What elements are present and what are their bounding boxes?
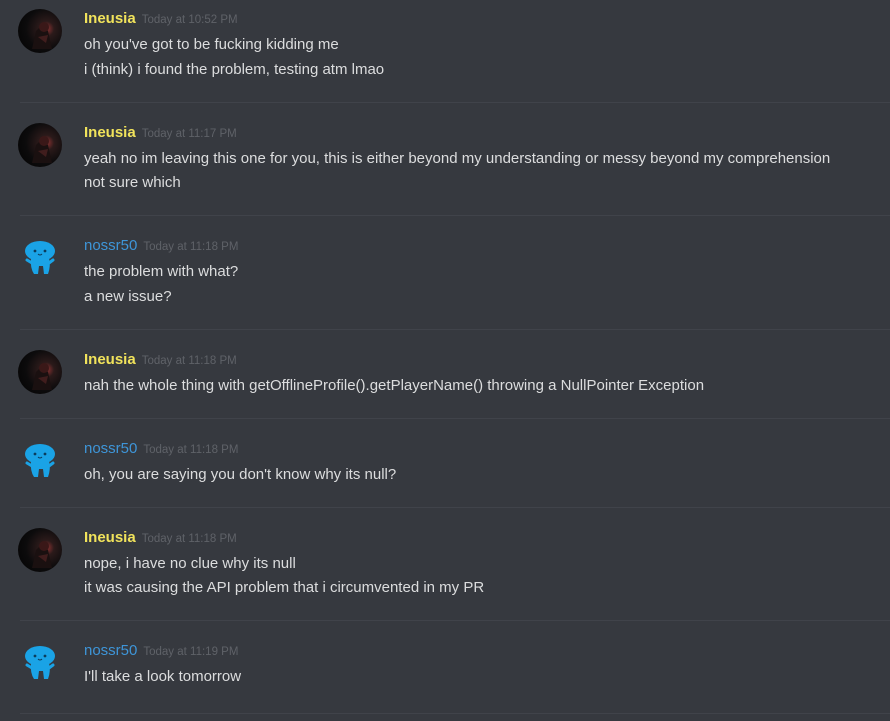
message-text: nah the whole thing with getOfflineProfi…: [84, 377, 705, 394]
message-header: nossr50 Today at 11:18 PM: [84, 440, 238, 462]
username[interactable]: nossr50: [84, 642, 137, 659]
timestamp[interactable]: Today at 11:18 PM: [142, 533, 237, 545]
ineusia-avatar-icon[interactable]: [18, 528, 62, 572]
username[interactable]: Ineusia: [84, 10, 136, 27]
timestamp[interactable]: Today at 11:18 PM: [143, 444, 238, 456]
username[interactable]: nossr50: [84, 440, 137, 457]
message-text: the problem with what?: [84, 263, 239, 280]
message-text: not sure which: [84, 174, 181, 191]
timestamp[interactable]: Today at 11:18 PM: [143, 241, 238, 253]
timestamp[interactable]: Today at 10:52 PM: [142, 14, 238, 26]
message-header: nossr50 Today at 11:18 PM: [84, 237, 238, 259]
message-header: Ineusia Today at 11:18 PM: [84, 351, 237, 373]
nossr50-avatar-icon[interactable]: [18, 236, 62, 280]
message-divider: [20, 418, 890, 419]
message-divider: [20, 102, 890, 103]
message-header: Ineusia Today at 10:52 PM: [84, 10, 238, 32]
username[interactable]: Ineusia: [84, 351, 136, 368]
message-text: yeah no im leaving this one for you, thi…: [84, 150, 831, 167]
message-divider: [20, 215, 890, 216]
message-text: oh, you are saying you don't know why it…: [84, 466, 397, 483]
nossr50-avatar-icon[interactable]: [18, 439, 62, 483]
username[interactable]: nossr50: [84, 237, 137, 254]
chat-message-list: Ineusia Today at 10:52 PM oh you've got …: [0, 0, 890, 721]
ineusia-avatar-icon[interactable]: [18, 9, 62, 53]
timestamp[interactable]: Today at 11:19 PM: [143, 646, 238, 658]
message-text: I'll take a look tomorrow: [84, 668, 242, 685]
ineusia-avatar-icon[interactable]: [18, 123, 62, 167]
message-text: a new issue?: [84, 288, 172, 305]
ineusia-avatar-icon[interactable]: [18, 350, 62, 394]
username[interactable]: Ineusia: [84, 529, 136, 546]
nossr50-avatar-icon[interactable]: [18, 641, 62, 685]
message-divider: [20, 507, 890, 508]
message-text: i (think) i found the problem, testing a…: [84, 61, 385, 78]
message-text: it was causing the API problem that i ci…: [84, 579, 485, 596]
timestamp[interactable]: Today at 11:18 PM: [142, 355, 237, 367]
message-divider: [20, 713, 890, 714]
message-divider: [20, 329, 890, 330]
message-header: Ineusia Today at 11:17 PM: [84, 124, 237, 146]
message-header: nossr50 Today at 11:19 PM: [84, 642, 238, 664]
username[interactable]: Ineusia: [84, 124, 136, 141]
message-text: nope, i have no clue why its null: [84, 555, 296, 572]
message-text: oh you've got to be fucking kidding me: [84, 36, 339, 53]
message-divider: [20, 620, 890, 621]
timestamp[interactable]: Today at 11:17 PM: [142, 128, 237, 140]
message-header: Ineusia Today at 11:18 PM: [84, 529, 237, 551]
